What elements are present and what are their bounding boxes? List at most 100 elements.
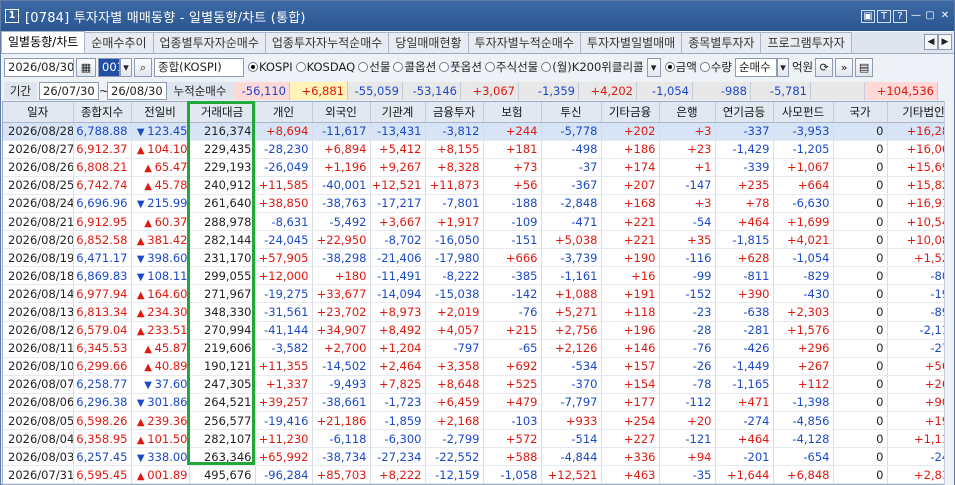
tab-today-trading[interactable]: 당일매매현황 [388, 32, 469, 53]
radio-stock-futures[interactable]: 주식선물 [484, 59, 538, 75]
vertical-scrollbar[interactable] [944, 101, 954, 485]
investor-value-cell: +1,088 [541, 284, 602, 304]
column-header[interactable]: 전일비 [131, 102, 190, 123]
calendar-icon[interactable]: ▦ [76, 57, 96, 77]
index-cell: 6,788.88 [73, 122, 132, 141]
investor-value-cell: +21,186 [312, 411, 371, 431]
period-to-input[interactable]: 26/08/30 [107, 82, 167, 100]
column-header[interactable]: 연기금등 [715, 102, 774, 123]
radio-amount[interactable]: 금액 [664, 59, 697, 75]
tab-program-investor[interactable]: 프로그램투자자 [760, 32, 852, 53]
tab-sector-investor[interactable]: 업종별투자자순매수 [152, 32, 266, 53]
minimize-icon[interactable]: — [909, 10, 923, 23]
tab-stock-investor[interactable]: 종목별투자자 [681, 32, 762, 53]
investor-value-cell: +2,700 [312, 339, 371, 358]
column-header[interactable]: 국가 [833, 102, 888, 123]
radio-kosdaq[interactable]: KOSDAQ [295, 60, 355, 74]
investor-value-cell: -1,449 [715, 357, 774, 376]
investor-value-cell: -28,230 [255, 140, 313, 159]
table-row[interactable]: 2026/08/04 6,358.95 ▲ 101.50 282,107 +11,230-… [3, 429, 944, 449]
column-header[interactable]: 기타법인 [887, 102, 944, 123]
column-header[interactable]: 기관계 [370, 102, 426, 123]
market-code-input[interactable]: 001 [98, 57, 120, 77]
table-row[interactable]: 2026/08/18 6,869.83 ▼ 108.11 299,055 +12,000 +… [3, 266, 944, 286]
column-header[interactable]: 거래대금 [189, 102, 256, 123]
radio-weekly-call[interactable]: (월)K200위클리콜 [541, 59, 644, 75]
tab-daily-chart[interactable]: 일별동향/차트 [1, 31, 86, 53]
column-header[interactable]: 보험 [483, 102, 542, 123]
close-icon[interactable]: ✕ [938, 10, 952, 23]
investor-value-cell: -26 [659, 357, 716, 376]
investor-value-cell: +666 [483, 248, 542, 268]
buy-type-dropdown-icon[interactable]: ▾ [776, 57, 789, 77]
cumulative-cell: +4,202 [579, 82, 637, 100]
table-row[interactable]: 2026/08/05 6,598.26 ▲ 239.36 256,577 -19,416 +… [3, 411, 944, 431]
radio-kospi[interactable]: KOSPI [248, 60, 293, 74]
next-icon[interactable]: » [835, 57, 854, 77]
maximize-icon[interactable]: ▢ [923, 10, 937, 23]
column-header[interactable]: 종합지수 [73, 102, 132, 123]
date-input[interactable]: 2026/08/30 [4, 57, 74, 77]
table-row[interactable]: 2026/08/14 6,977.94 ▲ 164.60 271,967 -19,275 +… [3, 284, 944, 304]
radio-quantity[interactable]: 수량 [699, 59, 732, 75]
table-row[interactable]: 2026/08/21 6,912.95 ▲ 60.37 288,978 -8,631 -5,… [3, 212, 944, 232]
help-icon[interactable]: ? [893, 10, 907, 23]
tab-next-button[interactable]: ▶ [938, 34, 952, 50]
table-row[interactable]: 2026/08/26 6,808.21 ▲ 65.47 229,193 -26,049 +1… [3, 158, 944, 177]
table-row[interactable]: 2026/08/27 6,912.37 ▲ 104.10 229,435 -28,230 +… [3, 140, 944, 159]
column-header[interactable]: 사모펀드 [773, 102, 834, 123]
change-cell: ▲ 104.10 [131, 140, 190, 159]
tab-investor-daily[interactable]: 투자자별일별매매 [579, 32, 683, 53]
tab-net-buy-trend[interactable]: 순매수추이 [84, 32, 154, 53]
investor-value-cell: +157 [601, 357, 660, 376]
period-from-input[interactable]: 26/07/30 [39, 82, 99, 100]
investor-value-cell: +471 [715, 393, 774, 413]
link-icon[interactable]: ▣ [861, 10, 875, 23]
table-row[interactable]: 2026/08/03 6,257.45 ▼ 338.00 263,346 +65,992-… [3, 447, 944, 467]
date-cell: 2026/08/21 [3, 212, 74, 232]
market-code-dropdown-icon[interactable]: ▾ [120, 57, 132, 77]
trading-value-cell: 231,170 [189, 248, 256, 268]
column-header[interactable]: 금융투자 [425, 102, 484, 123]
table-row[interactable]: 2026/08/20 6,852.58 ▲ 381.42 282,144 -24,045 +… [3, 230, 944, 250]
chart-icon[interactable]: ▤ [855, 57, 874, 77]
title-bar[interactable]: 1 [0784] 투자자별 매매동향 - 일별동향/차트 (통합) ▣ T ? … [1, 1, 954, 31]
column-header[interactable]: 기타금융 [601, 102, 660, 123]
table-row[interactable]: 2026/08/24 6,696.96 ▼ 215.99 261,640 +38,850-… [3, 194, 944, 213]
table-row[interactable]: 2026/08/13 6,813.34 ▲ 234.30 348,330 -31,561 +… [3, 302, 944, 322]
radio-put[interactable]: 풋옵션 [439, 59, 482, 75]
date-cell: 2026/08/03 [3, 447, 74, 467]
column-header[interactable]: 일자 [3, 102, 74, 123]
up-arrow-icon: ▲ [144, 181, 152, 193]
column-header[interactable]: 개인 [255, 102, 313, 123]
radio-call[interactable]: 콜옵션 [393, 59, 436, 75]
investor-value-cell: +118 [601, 302, 660, 322]
table-row[interactable]: 2026/07/31 6,595.45 ▲ 001.89 495,676 -96,284 +… [3, 465, 944, 484]
trading-value-cell: 299,055 [189, 266, 256, 286]
table-row[interactable]: 2026/08/06 6,296.38 ▼ 301.86 264,521 +39,257-… [3, 393, 944, 413]
search-icon[interactable]: ⌕ [134, 57, 152, 77]
tab-sector-cumulative[interactable]: 업종투자자누적순매수 [264, 32, 390, 53]
radio-futures[interactable]: 선물 [358, 59, 390, 75]
table-row[interactable]: 2026/08/19 6,471.17 ▼ 398.60 231,170 +57,905-… [3, 248, 944, 268]
text-icon[interactable]: T [877, 10, 891, 23]
investor-value-cell: +65,992 [255, 447, 313, 467]
column-header[interactable]: 은행 [659, 102, 716, 123]
refresh-icon[interactable]: ⟳ [815, 57, 834, 77]
tab-prev-button[interactable]: ◀ [924, 34, 938, 50]
tab-investor-cumulative[interactable]: 투자자별누적순매수 [467, 32, 581, 53]
table-row[interactable]: 2026/08/07 6,258.77 ▼ 37.60 247,305 +1,337 -9,… [3, 375, 944, 394]
buy-type-select[interactable]: 순매수 [734, 57, 777, 77]
weekly-dropdown-icon[interactable]: ▾ [646, 57, 661, 77]
column-header[interactable]: 투신 [541, 102, 602, 123]
investor-value-cell: +112 [773, 375, 834, 394]
table-row[interactable]: 2026/08/25 6,742.74 ▲ 45.78 240,912 +11,585 -4… [3, 176, 944, 195]
table-row[interactable]: 2026/08/12 6,579.04 ▲ 233.51 270,994 -41,144 +… [3, 321, 944, 340]
trading-value-cell: 264,521 [189, 393, 256, 413]
column-header[interactable]: 외국인 [312, 102, 371, 123]
daily-investor-table[interactable]: 일자 종합지수 전일비 거래대금 개인 외국인 기관계 금융투자 보험 투신 기타금융 은행 연기금등 사… [2, 101, 945, 485]
table-row[interactable]: 2026/08/11 6,345.53 ▲ 45.87 219,606 -3,582 +2,… [3, 339, 944, 358]
table-row[interactable]: 2026/08/28 6,788.88 ▼ 123.45 216,374 +8,694 -1… [3, 122, 944, 141]
tab-bar: 일별동향/차트 순매수추이 업종별투자자순매수 업종투자자누적순매수 당일매매현… [1, 31, 954, 54]
table-row[interactable]: 2026/08/10 6,299.66 ▲ 40.89 190,121 +11,355 -1… [3, 357, 944, 376]
